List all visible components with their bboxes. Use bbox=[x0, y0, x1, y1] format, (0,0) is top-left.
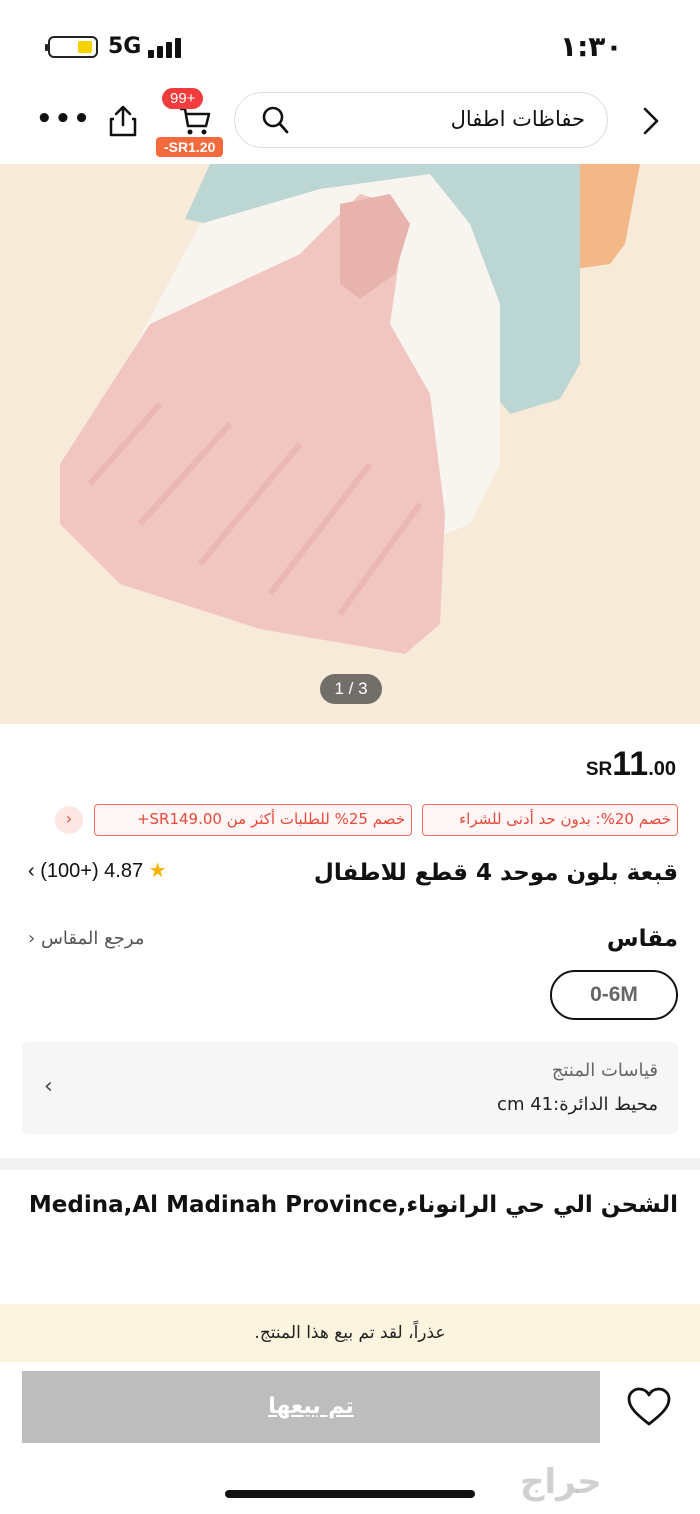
price-decimal: .00 bbox=[648, 758, 676, 780]
product-price: SR11.00 bbox=[586, 745, 676, 784]
size-guide-link[interactable]: مرجع المقاس ‹ bbox=[28, 928, 144, 949]
review-count: (100+) bbox=[40, 860, 99, 882]
search-icon[interactable] bbox=[261, 105, 289, 135]
top-bar: ••• حفاظات اطفال bbox=[0, 80, 700, 164]
cart-count-badge: 99+ bbox=[162, 88, 204, 109]
status-bar: 5G ١:٣٠ bbox=[0, 0, 700, 80]
search-input[interactable]: حفاظات اطفال bbox=[451, 107, 585, 131]
rating-summary[interactable]: ‹ (100+) 4.87 ★ bbox=[28, 858, 167, 883]
measurements-value: محيط الدائرة:41 cm bbox=[497, 1094, 658, 1115]
size-guide-label: مرجع المقاس bbox=[40, 928, 145, 949]
network-label: 5G bbox=[108, 34, 142, 59]
product-photo bbox=[0, 164, 700, 724]
measurements-title: قياسات المنتج bbox=[551, 1060, 658, 1081]
coupon-badge[interactable]: خصم 25% للطلبات أكثر من SR149.00+ bbox=[94, 804, 412, 836]
cart-icon[interactable] bbox=[178, 106, 212, 136]
heart-icon[interactable] bbox=[626, 1386, 672, 1428]
size-label: مقاس bbox=[606, 926, 678, 952]
watermark-logo: حراج bbox=[520, 1462, 602, 1502]
share-icon[interactable] bbox=[108, 104, 138, 138]
chevron-right-icon[interactable] bbox=[636, 106, 666, 136]
star-icon: ★ bbox=[148, 860, 167, 882]
search-bar[interactable]: حفاظات اطفال bbox=[234, 92, 608, 148]
chevron-left-icon: ‹ bbox=[28, 928, 36, 949]
price-currency: SR bbox=[585, 759, 613, 780]
signal-icon bbox=[148, 38, 188, 58]
chevron-left-icon: ‹ bbox=[44, 1074, 53, 1099]
divider bbox=[0, 1158, 700, 1170]
chevron-left-icon[interactable]: ‹ bbox=[28, 860, 35, 882]
measurements-panel[interactable]: قياسات المنتج محيط الدائرة:41 cm ‹ bbox=[22, 1042, 678, 1134]
clock: ١:٣٠ bbox=[560, 30, 623, 63]
size-option[interactable]: 0-6M bbox=[550, 970, 678, 1020]
more-menu-button[interactable]: ••• bbox=[36, 106, 92, 132]
sold-out-button[interactable]: تم بيعها bbox=[22, 1371, 600, 1443]
product-title: قبعة بلون موحد 4 قطع للاطفال bbox=[313, 860, 678, 886]
cart-discount-badge: -SR1.20 bbox=[156, 137, 224, 157]
sold-out-notice: عذراً، لقد تم بيع هذا المنتج. bbox=[0, 1304, 700, 1362]
chevron-right-icon[interactable]: › bbox=[55, 806, 83, 834]
price-integer: 11 bbox=[612, 745, 649, 783]
image-pager: 1 / 3 bbox=[320, 674, 382, 704]
product-image[interactable]: 1 / 3 bbox=[0, 164, 700, 724]
shipping-address[interactable]: الشحن الي حي الرانوناء,Medina,Al Madinah… bbox=[29, 1192, 678, 1218]
coupon-badge[interactable]: خصم 20%: بدون حد أدنى للشراء bbox=[422, 804, 678, 836]
rating-value: 4.87 bbox=[104, 860, 144, 882]
battery-icon bbox=[45, 36, 98, 58]
home-indicator bbox=[225, 1490, 475, 1498]
